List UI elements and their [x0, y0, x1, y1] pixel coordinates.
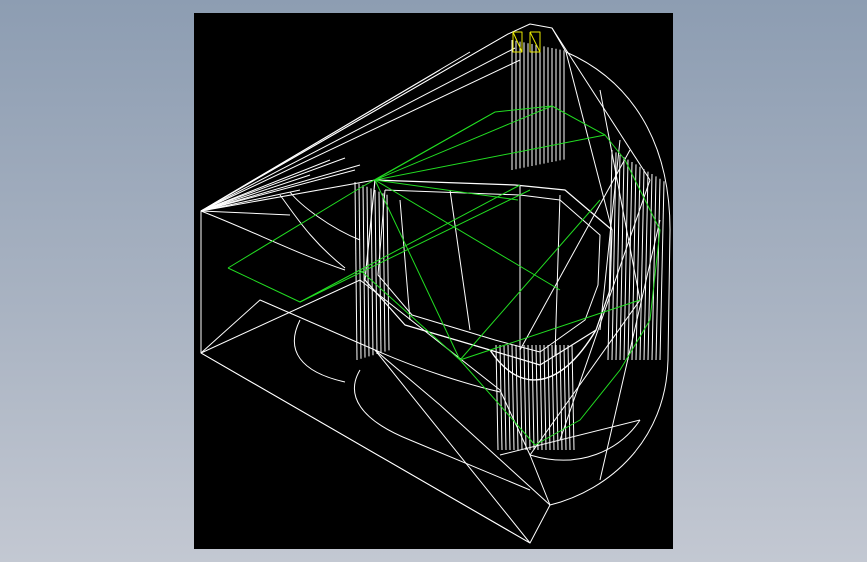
- pocket-wall-line: [449, 189, 471, 331]
- post-front-stripe: [499, 344, 503, 451]
- origin-marker-diag: [512, 31, 523, 53]
- sketch-construction-line: [374, 111, 496, 181]
- post-right-stripe: [635, 166, 641, 361]
- post-front-stripe: [515, 344, 519, 451]
- base-arc-mid: [354, 369, 531, 491]
- wireframe-model: [200, 23, 671, 544]
- pocket-rim-outer: [364, 179, 613, 366]
- post-front-stripe: [535, 344, 539, 451]
- cad-viewport[interactable]: [194, 13, 673, 549]
- post-left-stripe: [386, 194, 390, 351]
- sketch-construction-line: [299, 189, 531, 303]
- post-front-stripe: [511, 344, 515, 451]
- pocket-wall-line: [554, 194, 561, 356]
- right-body-wire: [519, 149, 631, 351]
- post-front-stripe: [555, 344, 559, 451]
- post-right-stripe: [655, 178, 661, 361]
- post-right-stripe: [647, 173, 653, 361]
- lower-body-edge-2: [200, 299, 441, 406]
- base-arc-right: [529, 419, 641, 461]
- lower-body-edge: [200, 279, 551, 506]
- post-left-stripe: [366, 186, 370, 357]
- pocket-floor-arc: [374, 349, 501, 393]
- post-front-stripe: [503, 344, 507, 451]
- post-right-stripe: [619, 157, 625, 361]
- post-front-stripe: [567, 344, 571, 451]
- sketch-construction-line: [459, 199, 601, 361]
- fan-line: [200, 157, 346, 212]
- post-front-stripe: [563, 344, 567, 451]
- fan-line: [200, 47, 516, 212]
- fan-line: [200, 59, 521, 212]
- post-front-stripe: [547, 344, 551, 451]
- fan-line: [200, 174, 311, 212]
- post-left-stripe: [382, 193, 386, 352]
- base-arc-left: [293, 319, 346, 383]
- base-diagonal: [200, 352, 531, 544]
- post-right-stripe: [623, 159, 629, 361]
- post-left-stripe: [378, 191, 382, 353]
- post-front-stripe: [527, 344, 531, 451]
- pocket-rim-inner: [377, 189, 601, 353]
- sketch-construction-line: [374, 134, 606, 181]
- post-front-stripe: [539, 344, 543, 451]
- post-right-stripe: [659, 181, 665, 361]
- right-body-wire: [551, 27, 651, 181]
- fan-line: [200, 164, 361, 212]
- sketch-construction-line: [374, 105, 553, 181]
- post-right-stripe: [627, 161, 633, 361]
- right-body-wire: [559, 179, 651, 441]
- pocket-inner-curve-2: [289, 191, 361, 241]
- post-left-stripe: [374, 189, 378, 355]
- post-front-stripe: [531, 344, 535, 451]
- fan-line: [200, 210, 291, 216]
- sketch-profile-lower: [227, 267, 536, 446]
- post-front-stripe: [507, 344, 511, 451]
- post-left-stripe: [354, 181, 358, 361]
- pocket-inner-curve: [279, 194, 346, 269]
- fan-line: [200, 33, 509, 212]
